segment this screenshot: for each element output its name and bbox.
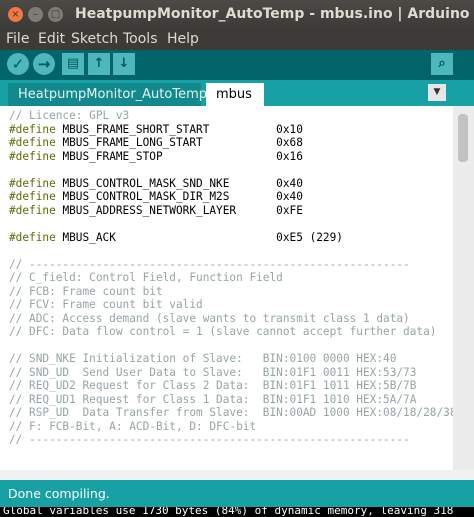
- open-sketch-button[interactable]: ↑: [88, 53, 110, 75]
- serial-monitor-button[interactable]: ⌕: [431, 53, 453, 75]
- tab-bar: HeatpumpMonitor_AutoTemp mbus: [0, 80, 474, 106]
- triangle-down-icon: ▼: [433, 87, 441, 97]
- code-line: // ADC: Access demand (slave wants to tr…: [9, 311, 410, 325]
- code-line: #define MBUS_FRAME_LONG_START 0x68: [9, 136, 303, 150]
- code-line: // SND_NKE Initialization of Slave: BIN:…: [9, 352, 397, 365]
- define-keyword: #define: [9, 230, 56, 244]
- title-bar[interactable]: × – □ HeatpumpMonitor_AutoTemp - mbus.in…: [0, 0, 474, 30]
- arrow-right-icon: →: [37, 55, 51, 73]
- tab-mbus[interactable]: mbus: [206, 83, 264, 106]
- define-keyword: #define: [9, 203, 56, 217]
- verify-button[interactable]: ✓: [7, 53, 29, 75]
- define-body: MBUS_FRAME_STOP 0x16: [55, 149, 303, 163]
- code-line: #define MBUS_CONTROL_MASK_SND_NKE 0x40: [9, 177, 303, 191]
- code-line: // -------------------------------------…: [9, 257, 410, 271]
- tab-menu-button[interactable]: ▼: [428, 84, 446, 101]
- code-editor[interactable]: // Licence: GPL v3 #define MBUS_FRAME_SHO…: [0, 106, 453, 470]
- vertical-scrollbar[interactable]: [453, 106, 474, 470]
- code-line: // F: FCB-Bit, A: ACD-Bit, D: DFC-bit: [9, 419, 257, 433]
- toolbar: ✓ → ▤ ↑ ↓ ⌕: [0, 50, 474, 80]
- close-window-button[interactable]: ×: [8, 7, 23, 22]
- define-keyword: #define: [9, 176, 56, 190]
- code-line: // FCB: Frame count bit: [9, 284, 163, 298]
- upload-button[interactable]: →: [33, 53, 55, 75]
- code-line: #define MBUS_FRAME_SHORT_START 0x10: [9, 123, 303, 137]
- window-title: HeatpumpMonitor_AutoTemp - mbus.ino | Ar…: [75, 6, 474, 22]
- define-keyword: #define: [9, 149, 56, 163]
- console-line: Global variables use 1730 bytes (84%) of…: [3, 507, 454, 517]
- tab-heatpumpmonitor-autotemp[interactable]: HeatpumpMonitor_AutoTemp: [8, 83, 207, 106]
- save-sketch-button[interactable]: ↓: [113, 53, 135, 75]
- new-file-icon: ▤: [66, 56, 80, 71]
- maximize-window-button[interactable]: □: [48, 7, 63, 22]
- code-line: // FCV: Frame count bit valid: [9, 298, 203, 311]
- code-line: // REQ_UD2 Request for Class 2 Data: BIN…: [9, 379, 417, 392]
- code-line: #define MBUS_ADDRESS_NETWORK_LAYER 0xFE: [9, 204, 303, 218]
- code-line: // SND_UD Send User Data to Slave: BIN:0…: [9, 365, 417, 379]
- define-body: MBUS_FRAME_LONG_START 0x68: [55, 136, 303, 149]
- arrow-up-icon: ↑: [93, 56, 105, 71]
- define-body: MBUS_FRAME_SHORT_START 0x10: [55, 122, 303, 136]
- code-line: #define MBUS_FRAME_STOP 0x16: [9, 150, 303, 164]
- menu-bar: File Edit Sketch Tools Help: [0, 30, 474, 50]
- arduino-ide-window: × – □ HeatpumpMonitor_AutoTemp - mbus.in…: [0, 0, 474, 517]
- code-line: // REQ_UD1 Request for Class 1 Data: BIN…: [9, 392, 417, 406]
- minimize-window-button[interactable]: –: [28, 7, 43, 22]
- arrow-down-icon: ↓: [118, 56, 130, 71]
- define-body: MBUS_ACK 0xE5 (229): [55, 230, 343, 244]
- define-body: MBUS_CONTROL_MASK_SND_NKE 0x40: [55, 176, 303, 190]
- code-line: // C_field: Control Field, Function Fiel…: [9, 271, 283, 284]
- define-keyword: #define: [9, 136, 56, 149]
- menu-sketch[interactable]: Sketch: [71, 31, 118, 47]
- magnifier-icon: ⌕: [438, 56, 446, 71]
- code-line: #define MBUS_CONTROL_MASK_DIR_M2S 0x40: [9, 190, 303, 204]
- code-line: // DFC: Data flow control = 1 (slave can…: [9, 325, 437, 338]
- define-body: MBUS_ADDRESS_NETWORK_LAYER 0xFE: [55, 203, 303, 217]
- menu-tools[interactable]: Tools: [123, 31, 158, 47]
- menu-file[interactable]: File: [6, 31, 29, 47]
- menu-edit[interactable]: Edit: [38, 31, 65, 47]
- menu-help[interactable]: Help: [167, 31, 199, 47]
- scrollbar-thumb[interactable]: [458, 114, 468, 162]
- code-line: #define MBUS_ACK 0xE5 (229): [9, 231, 343, 245]
- checkmark-icon: ✓: [11, 55, 25, 73]
- define-body: MBUS_CONTROL_MASK_DIR_M2S 0x40: [55, 190, 303, 203]
- status-bar: Done compiling.: [0, 480, 474, 507]
- console-output: Global variables use 1730 bytes (84%) of…: [0, 507, 474, 517]
- code-line: // RSP_UD Data Transfer from Slave: BIN:…: [9, 406, 453, 419]
- code-line: // -------------------------------------…: [9, 433, 410, 446]
- editor-console-divider[interactable]: [0, 470, 474, 480]
- new-sketch-button[interactable]: ▤: [62, 53, 84, 75]
- define-keyword: #define: [9, 190, 56, 203]
- status-message: Done compiling.: [8, 486, 110, 501]
- code-line: // Licence: GPL v3: [9, 109, 130, 122]
- define-keyword: #define: [9, 122, 56, 136]
